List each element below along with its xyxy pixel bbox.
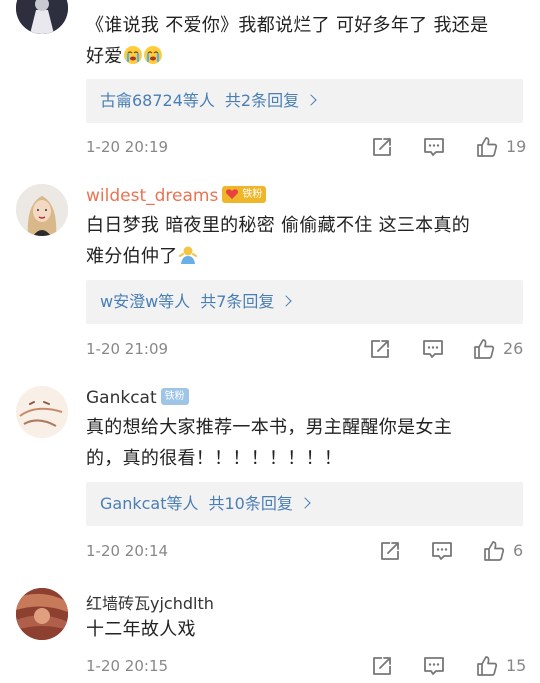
comment-text-line: 《谁说我 不爱你》我都说烂了 可好多年了 我还是 xyxy=(86,15,489,36)
reply-count: 共10条回复 xyxy=(208,494,293,513)
comment-icon[interactable] xyxy=(421,337,445,361)
comment-meta: 1-20 20:19 19 xyxy=(86,135,526,159)
comment-text-line: 白日梦我 暗夜里的秘密 偷偷藏不住 这三本真的 xyxy=(86,215,471,236)
comment-text: 真的想给大家推荐一本书，男主醒醒你是女主 的，真的很看！！！！！！！！ xyxy=(86,412,526,474)
username-text: wildest_dreams xyxy=(86,186,219,206)
reply-users: 古龠68724等人 xyxy=(100,91,215,110)
timestamp: 1-20 21:09 xyxy=(86,340,169,358)
comment-icon[interactable] xyxy=(430,539,454,563)
reply-summary[interactable]: w安澄w等人 共7条回复 xyxy=(86,280,523,324)
username[interactable]: 红墙砖瓦yjchdlth xyxy=(86,590,214,614)
chevron-right-icon xyxy=(299,497,311,509)
username[interactable]: wildest_dreams 铁粉 xyxy=(86,185,267,206)
comment-text: 《谁说我 不爱你》我都说烂了 可好多年了 我还是 好爱 xyxy=(86,10,526,72)
crying-emoji-icon xyxy=(143,45,163,65)
reply-summary[interactable]: 古龠68724等人 共2条回复 xyxy=(86,79,523,123)
share-icon[interactable] xyxy=(378,539,402,563)
chevron-right-icon xyxy=(280,295,293,307)
avatar[interactable] xyxy=(16,386,68,438)
timestamp: 1-20 20:15 xyxy=(86,657,169,675)
timestamp: 1-20 20:14 xyxy=(86,542,169,560)
reply-count: 共7条回复 xyxy=(200,292,275,311)
heart-badge-icon xyxy=(226,188,239,199)
shrug-emoji-icon xyxy=(178,245,198,265)
avatar[interactable] xyxy=(16,0,68,34)
reply-users: w安澄w等人 xyxy=(100,292,191,311)
comment-text-line: 难分伯仲了 xyxy=(86,241,526,272)
share-icon[interactable] xyxy=(368,337,392,361)
like-count: 6 xyxy=(513,541,524,560)
reply-users: Gankcat等人 xyxy=(100,494,199,513)
fan-badge: 铁粉 xyxy=(160,387,189,405)
username-text: Gankcat xyxy=(86,388,157,408)
comment-text-line: 十二年故人戏 xyxy=(86,619,196,640)
reply-summary[interactable]: Gankcat等人 共10条回复 xyxy=(86,482,523,526)
crying-emoji-icon xyxy=(123,45,143,65)
comment-text-line: 的，真的很看！！！！！！！！ xyxy=(86,448,343,469)
thumbs-up-icon[interactable] xyxy=(475,654,499,678)
comment-meta: 1-20 20:15 15 xyxy=(86,654,526,678)
comment-meta: 1-20 20:14 6 xyxy=(86,539,526,563)
like-count: 15 xyxy=(506,656,527,675)
thumbs-up-icon[interactable] xyxy=(482,539,506,563)
comment-text-part: 好爱 xyxy=(86,46,123,67)
fan-badge: 铁粉 xyxy=(222,185,267,203)
share-icon[interactable] xyxy=(370,654,394,678)
username[interactable]: Gankcat 铁粉 xyxy=(86,387,189,408)
like-count: 26 xyxy=(503,339,524,358)
comment-text-line: 好爱 xyxy=(86,41,526,72)
comment-text: 白日梦我 暗夜里的秘密 偷偷藏不住 这三本真的 难分伯仲了 xyxy=(86,210,526,272)
avatar[interactable] xyxy=(16,588,68,640)
badge-label: 铁粉 xyxy=(242,188,263,200)
comment-text-line: 真的想给大家推荐一本书，男主醒醒你是女主 xyxy=(86,417,452,438)
comment-icon[interactable] xyxy=(422,654,446,678)
comment-icon[interactable] xyxy=(422,135,446,159)
chevron-right-icon xyxy=(305,94,317,106)
avatar[interactable] xyxy=(16,184,68,236)
comment-meta: 1-20 21:09 26 xyxy=(86,337,526,361)
reply-count: 共2条回复 xyxy=(224,91,300,110)
comment-text: 十二年故人戏 xyxy=(86,614,526,645)
thumbs-up-icon[interactable] xyxy=(475,135,499,159)
like-count: 19 xyxy=(506,137,527,156)
share-icon[interactable] xyxy=(370,135,394,159)
timestamp: 1-20 20:19 xyxy=(86,138,169,156)
comment-text-part: 难分伯仲了 xyxy=(86,246,178,267)
thumbs-up-icon[interactable] xyxy=(472,337,496,361)
